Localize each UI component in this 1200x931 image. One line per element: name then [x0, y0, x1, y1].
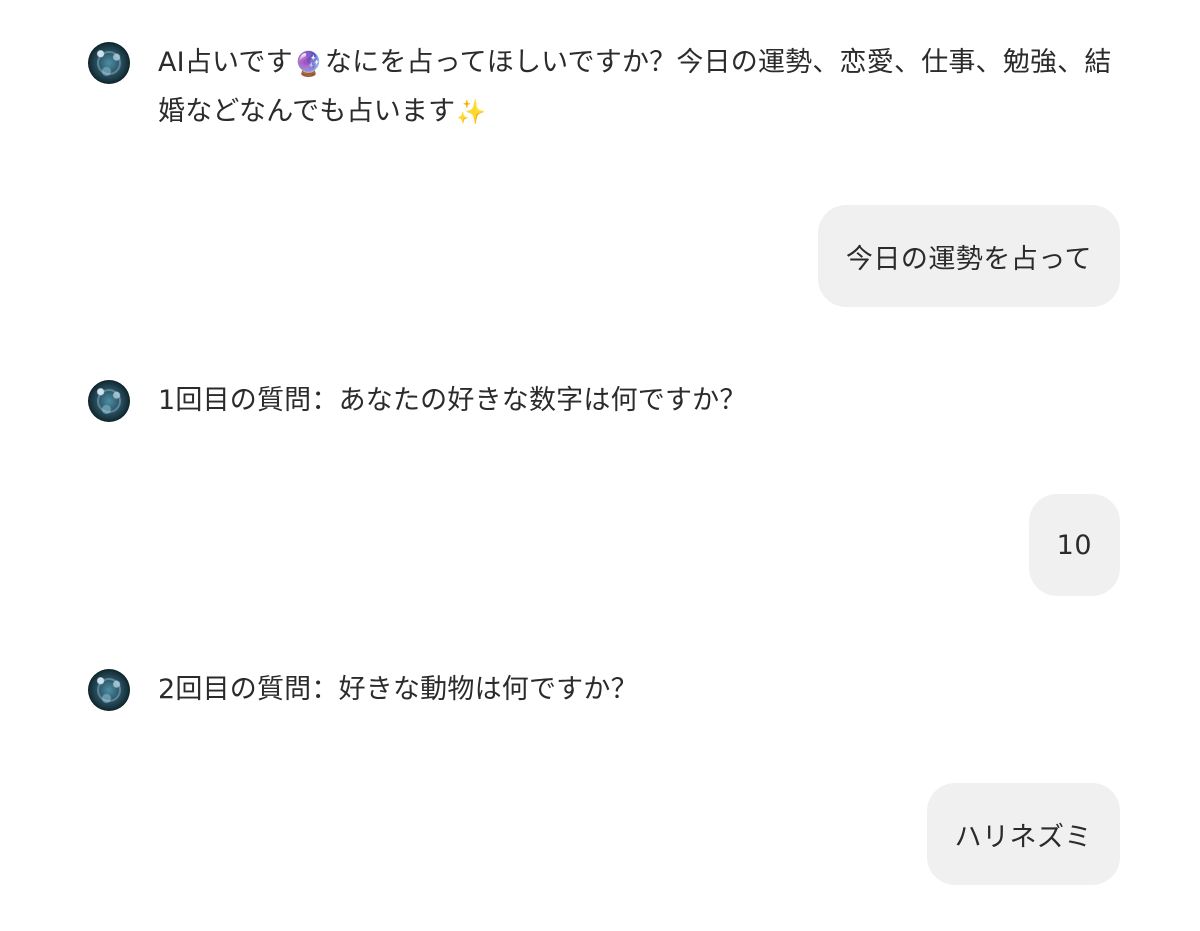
- bot-message-text: 1回目の質問：あなたの好きな数字は何ですか？: [158, 385, 747, 416]
- bot-message: AI占いです🔮なにを占ってほしいですか？今日の運勢、恋愛、仕事、勉強、結婚などな…: [88, 42, 1122, 136]
- user-message-bubble: 10: [1028, 494, 1120, 596]
- bot-message-text-a: AI占いです: [158, 47, 293, 78]
- crystal-ball-icon: 🔮: [293, 49, 324, 78]
- bot-message: 1回目の質問：あなたの好きな数字は何ですか？: [88, 380, 1122, 425]
- user-message-text: 今日の運勢を占って: [845, 243, 1092, 275]
- user-message-bubble: 今日の運勢を占って: [817, 205, 1120, 307]
- bot-message-text: 2回目の質問：好きな動物は何ですか？: [158, 674, 638, 705]
- chat-transcript: AI占いです🔮なにを占ってほしいですか？今日の運勢、恋愛、仕事、勉強、結婚などな…: [0, 0, 1200, 931]
- sparkles-icon: ✨: [456, 98, 487, 126]
- bot-avatar-icon: [88, 669, 130, 711]
- user-message-text: 10: [1056, 529, 1092, 561]
- user-message-bubble: ハリネズミ: [926, 783, 1120, 885]
- bot-message: 2回目の質問：好きな動物は何ですか？: [88, 669, 1122, 714]
- bot-avatar-icon: [88, 380, 130, 422]
- bot-avatar-icon: [88, 42, 130, 84]
- bot-message-text: AI占いです🔮なにを占ってほしいですか？今日の運勢、恋愛、仕事、勉強、結婚などな…: [158, 39, 1122, 136]
- user-message-text: ハリネズミ: [954, 821, 1092, 853]
